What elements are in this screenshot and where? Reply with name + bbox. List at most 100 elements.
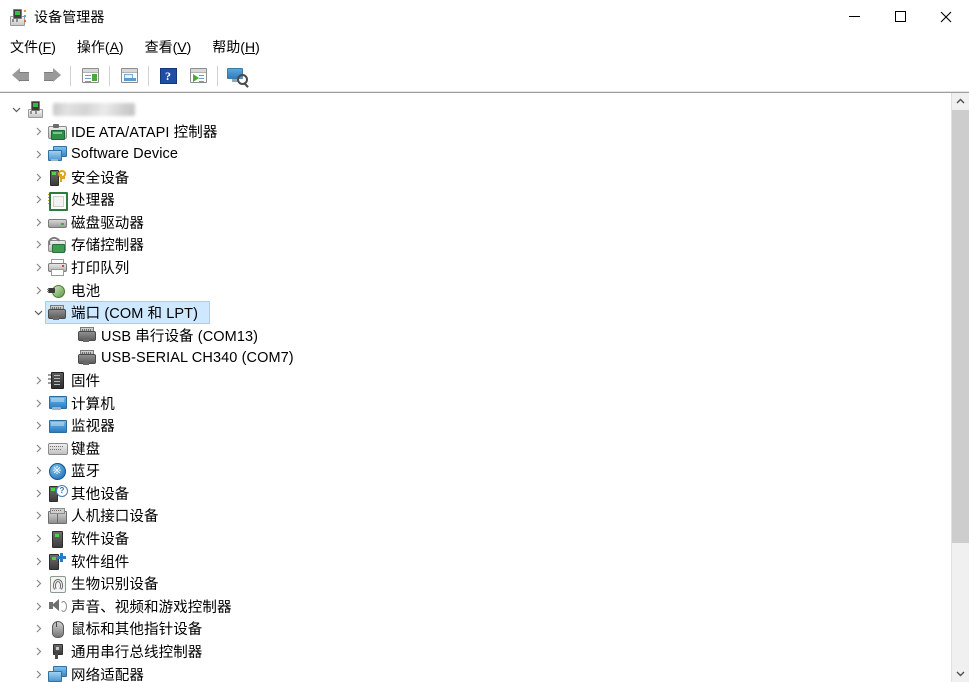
selected-item-highlight[interactable]: 端口 (COM 和 LPT) — [45, 301, 211, 325]
tree-row-keyboard[interactable]: 键盘 — [0, 437, 951, 460]
chevron-right-icon[interactable] — [30, 482, 46, 504]
menu-action-accel: A — [109, 38, 119, 55]
tree-row-print-queue[interactable]: 打印队列 — [0, 256, 951, 279]
tree-item-label: 计算机 — [71, 396, 115, 413]
device-tree[interactable]: IDE ATA/ATAPI 控制器 Software Device 安全设备 处… — [0, 93, 951, 682]
menu-item-file[interactable]: 文件(F) — [10, 34, 66, 60]
tree-row-ide-controller[interactable]: IDE ATA/ATAPI 控制器 — [0, 121, 951, 144]
chevron-right-icon[interactable] — [30, 573, 46, 595]
tree-row-usb-controllers[interactable]: 通用串行总线控制器 — [0, 640, 951, 663]
chevron-right-icon[interactable] — [30, 189, 46, 211]
tree-row-firmware[interactable]: 固件 — [0, 369, 951, 392]
update-driver-button[interactable] — [183, 63, 213, 89]
minimize-button[interactable] — [831, 0, 877, 33]
title-bar: 设备管理器 — [0, 0, 969, 33]
tree-row-ports[interactable]: 端口 (COM 和 LPT) — [0, 301, 951, 325]
tree-item-label: 磁盘驱动器 — [71, 215, 144, 232]
tree-row-battery[interactable]: 电池 — [0, 279, 951, 302]
maximize-button[interactable] — [877, 0, 923, 33]
tree-item-label: 声音、视频和游戏控制器 — [71, 599, 232, 616]
tree-item-label: 网络适配器 — [71, 667, 144, 682]
help-icon: ? — [159, 67, 177, 84]
tree-row-hid[interactable]: 人机接口设备 — [0, 505, 951, 528]
tree-row-software-devices[interactable]: 软件设备 — [0, 527, 951, 550]
vertical-scrollbar[interactable] — [951, 93, 969, 682]
print-queue-icon — [46, 259, 68, 277]
port-icon — [46, 304, 68, 321]
scan-hardware-icon — [227, 67, 249, 88]
tree-item-label: 通用串行总线控制器 — [71, 645, 203, 662]
tree-row-usb-serial-com13[interactable]: USB 串行设备 (COM13) — [0, 324, 951, 347]
chevron-right-icon[interactable] — [30, 211, 46, 233]
chevron-right-icon[interactable] — [30, 641, 46, 663]
toolbar-separator-4 — [217, 65, 218, 86]
tree-item-label: 其他设备 — [71, 486, 130, 503]
chevron-right-icon[interactable] — [30, 234, 46, 256]
battery-icon — [46, 282, 68, 299]
help-button[interactable]: ? — [153, 63, 183, 89]
scroll-up-button[interactable] — [952, 93, 969, 110]
back-button[interactable] — [6, 63, 36, 89]
menu-item-help[interactable]: 帮助(H) — [212, 34, 269, 60]
close-icon — [940, 11, 952, 22]
tree-row-storage-controller[interactable]: 存储控制器 — [0, 234, 951, 257]
arrow-right-icon — [42, 68, 61, 83]
tree-item-label: 键盘 — [71, 441, 101, 458]
chevron-right-icon[interactable] — [30, 505, 46, 527]
scan-hardware-changes-button[interactable] — [222, 63, 252, 89]
maximize-icon — [894, 11, 906, 22]
scrollbar-track[interactable] — [952, 110, 969, 665]
tree-row-security-device[interactable]: 安全设备 — [0, 166, 951, 189]
menu-file-accel: F — [42, 38, 52, 55]
tree-row-bluetooth[interactable]: ※ 蓝牙 — [0, 460, 951, 483]
chevron-right-icon[interactable] — [30, 437, 46, 459]
tree-item-label: 蓝牙 — [71, 464, 101, 481]
tree-row-mice-pointing-devices[interactable]: 鼠标和其他指针设备 — [0, 618, 951, 641]
sound-icon — [46, 598, 68, 614]
tree-item-label: 端口 (COM 和 LPT) — [71, 306, 199, 323]
chevron-right-icon[interactable] — [30, 121, 46, 143]
tree-row-monitor[interactable]: 监视器 — [0, 414, 951, 437]
chevron-right-icon[interactable] — [30, 460, 46, 482]
menu-item-action[interactable]: 操作(A) — [77, 34, 134, 60]
tree-row-sound-video-game[interactable]: 声音、视频和游戏控制器 — [0, 595, 951, 618]
tree-row-software-components[interactable]: 软件组件 — [0, 550, 951, 573]
tree-row-disk-drive[interactable]: 磁盘驱动器 — [0, 211, 951, 234]
disk-drive-icon — [46, 214, 68, 230]
chevron-down-icon[interactable] — [30, 302, 46, 324]
chevron-right-icon[interactable] — [30, 595, 46, 617]
chevron-down-icon[interactable] — [8, 98, 24, 120]
close-button[interactable] — [923, 0, 969, 33]
menu-item-view[interactable]: 查看(V) — [145, 34, 202, 60]
tree-row-software-device[interactable]: Software Device — [0, 143, 951, 166]
show-hide-console-tree-button[interactable] — [75, 63, 105, 89]
ide-controller-icon — [46, 123, 68, 140]
chevron-right-icon[interactable] — [30, 166, 46, 188]
tree-row-other-devices[interactable]: ? 其他设备 — [0, 482, 951, 505]
chevron-right-icon[interactable] — [30, 392, 46, 414]
chevron-right-icon[interactable] — [30, 143, 46, 165]
tree-row-root[interactable] — [0, 98, 951, 121]
tree-row-computer[interactable]: 计算机 — [0, 392, 951, 415]
scroll-down-button[interactable] — [952, 665, 969, 682]
chevron-right-icon[interactable] — [30, 663, 46, 682]
chevron-right-icon[interactable] — [30, 550, 46, 572]
forward-button[interactable] — [36, 63, 66, 89]
chevron-right-icon[interactable] — [30, 279, 46, 301]
properties-button[interactable] — [114, 63, 144, 89]
toolbar-separator-3 — [148, 65, 149, 86]
chevron-right-icon[interactable] — [30, 618, 46, 640]
tree-row-network-adapters[interactable]: 网络适配器 — [0, 663, 951, 682]
scrollbar-thumb[interactable] — [952, 110, 969, 543]
menu-view-text: 查看 — [144, 38, 173, 55]
tree-item-label: 电池 — [71, 283, 101, 300]
chevron-right-icon[interactable] — [30, 528, 46, 550]
tree-row-usb-serial-ch340-com7[interactable]: USB-SERIAL CH340 (COM7) — [0, 347, 951, 370]
chevron-right-icon[interactable] — [30, 256, 46, 278]
menu-help-accel: H — [244, 38, 256, 55]
storage-controller-icon — [46, 234, 68, 253]
tree-row-biometric[interactable]: 生物识别设备 — [0, 572, 951, 595]
chevron-right-icon[interactable] — [30, 415, 46, 437]
tree-row-processor[interactable]: 处理器 — [0, 188, 951, 211]
chevron-right-icon[interactable] — [30, 369, 46, 391]
